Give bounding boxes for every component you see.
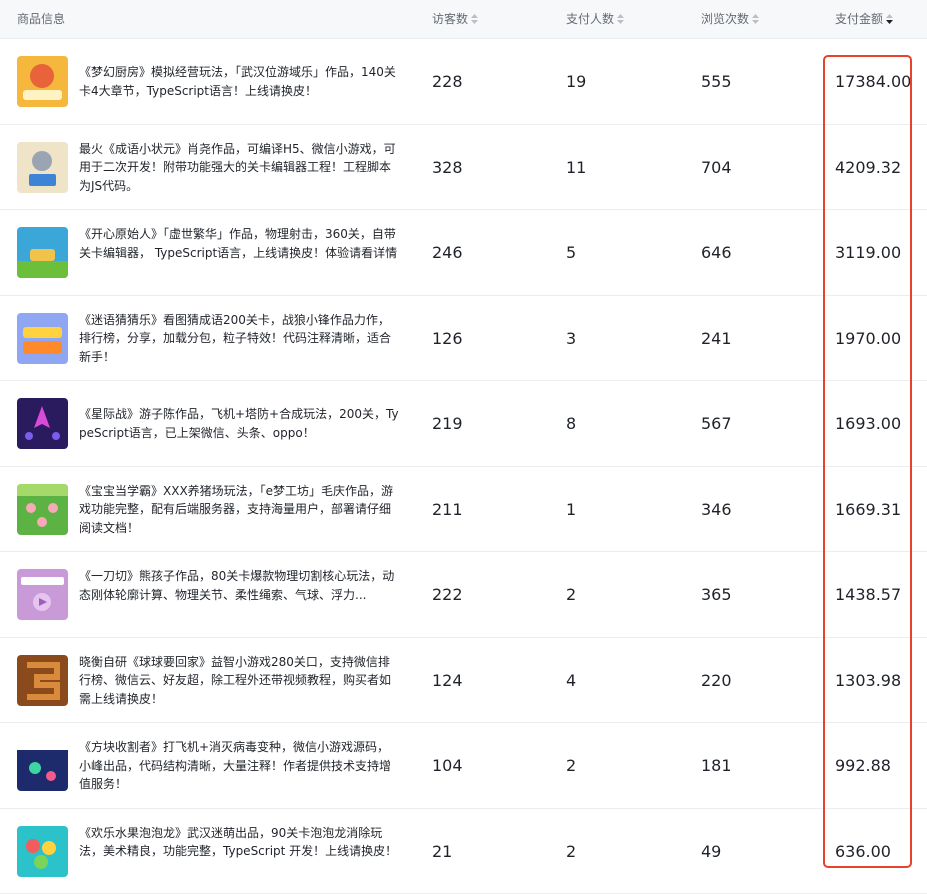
payer-count: 2 xyxy=(566,552,576,637)
view-count: 704 xyxy=(701,125,732,210)
product-table: 商品信息 访客数 支付人数 浏览次数 支付金额 《梦幻厨房》模拟经营玩法，「武汉… xyxy=(0,0,927,894)
visitor-count: 21 xyxy=(432,809,452,894)
product-thumbnail[interactable] xyxy=(17,740,68,791)
column-header-visitors[interactable]: 访客数 xyxy=(432,0,478,38)
product-thumbnail[interactable] xyxy=(17,142,68,193)
visitor-count: 126 xyxy=(432,296,463,381)
table-row[interactable]: 《一刀切》熊孩子作品，80关卡爆款物理切割核心玩法，动态刚体轮廓计算、物理关节、… xyxy=(0,552,927,638)
view-count: 365 xyxy=(701,552,732,637)
column-header-amount-label: 支付金额 xyxy=(835,12,883,26)
product-description[interactable]: 《宝宝当学霸》XXX养猪场玩法，「e梦工坊」毛庆作品，游戏功能完整，配有后端服务… xyxy=(79,482,401,538)
product-description[interactable]: 最火《成语小状元》肖尧作品，可编译H5、微信小游戏，可用于二次开发！附带功能强大… xyxy=(79,140,401,196)
payer-count: 19 xyxy=(566,39,586,124)
visitor-count: 211 xyxy=(432,467,463,552)
payment-amount: 1669.31 xyxy=(835,467,901,552)
visitor-count: 222 xyxy=(432,552,463,637)
product-description[interactable]: 《星际战》游子陈作品，飞机+塔防+合成玩法，200关，TypeScript语言，… xyxy=(79,405,401,442)
view-count: 555 xyxy=(701,39,732,124)
product-thumbnail[interactable] xyxy=(17,484,68,535)
product-thumbnail[interactable] xyxy=(17,313,68,364)
payment-amount: 17384.00 xyxy=(835,39,911,124)
payment-amount: 4209.32 xyxy=(835,125,901,210)
payer-count: 4 xyxy=(566,638,576,723)
view-count: 346 xyxy=(701,467,732,552)
product-description[interactable]: 《梦幻厨房》模拟经营玩法，「武汉位游域乐」作品，140关卡4大章节，TypeSc… xyxy=(79,63,401,100)
column-header-amount[interactable]: 支付金额 xyxy=(835,0,893,38)
product-description[interactable]: 《方块收割者》打飞机+消灭病毒变种，微信小游戏源码，小峰出品，代码结构清晰，大量… xyxy=(79,738,401,794)
product-thumbnail[interactable] xyxy=(17,569,68,620)
payment-amount: 992.88 xyxy=(835,723,891,808)
visitor-count: 104 xyxy=(432,723,463,808)
payment-amount: 1693.00 xyxy=(835,381,901,466)
product-thumbnail[interactable] xyxy=(17,826,68,877)
product-description[interactable]: 《欢乐水果泡泡龙》武汉迷萌出品，90关卡泡泡龙消除玩法，美术精良，功能完整，Ty… xyxy=(79,824,401,861)
sort-icon[interactable] xyxy=(617,14,624,24)
view-count: 646 xyxy=(701,210,732,295)
payer-count: 8 xyxy=(566,381,576,466)
table-row[interactable]: 《欢乐水果泡泡龙》武汉迷萌出品，90关卡泡泡龙消除玩法，美术精良，功能完整，Ty… xyxy=(0,809,927,894)
column-header-product-label: 商品信息 xyxy=(17,12,65,26)
product-thumbnail[interactable] xyxy=(17,227,68,278)
product-description[interactable]: 晓衡自研《球球要回家》益智小游戏280关口，支持微信排行榜、微信云、好友超，除工… xyxy=(79,653,401,709)
payer-count: 3 xyxy=(566,296,576,381)
column-header-payers-label: 支付人数 xyxy=(566,12,614,26)
view-count: 241 xyxy=(701,296,732,381)
table-row[interactable]: 《梦幻厨房》模拟经营玩法，「武汉位游域乐」作品，140关卡4大章节，TypeSc… xyxy=(0,39,927,125)
view-count: 181 xyxy=(701,723,732,808)
payment-amount: 1438.57 xyxy=(835,552,901,637)
table-row[interactable]: 《方块收割者》打飞机+消灭病毒变种，微信小游戏源码，小峰出品，代码结构清晰，大量… xyxy=(0,723,927,809)
payment-amount: 3119.00 xyxy=(835,210,901,295)
sort-descending-icon[interactable] xyxy=(886,14,893,24)
column-header-payers[interactable]: 支付人数 xyxy=(566,0,624,38)
table-row[interactable]: 《迷语猜猜乐》看图猜成语200关卡，战狼小锋作品力作，排行榜，分享，加载分包，粒… xyxy=(0,296,927,382)
view-count: 220 xyxy=(701,638,732,723)
payer-count: 2 xyxy=(566,723,576,808)
table-row[interactable]: 最火《成语小状元》肖尧作品，可编译H5、微信小游戏，可用于二次开发！附带功能强大… xyxy=(0,125,927,211)
payment-amount: 1303.98 xyxy=(835,638,901,723)
payer-count: 11 xyxy=(566,125,586,210)
product-thumbnail[interactable] xyxy=(17,398,68,449)
visitor-count: 246 xyxy=(432,210,463,295)
view-count: 49 xyxy=(701,809,721,894)
payment-amount: 636.00 xyxy=(835,809,891,894)
view-count: 567 xyxy=(701,381,732,466)
column-header-visitors-label: 访客数 xyxy=(432,12,468,26)
product-description[interactable]: 《一刀切》熊孩子作品，80关卡爆款物理切割核心玩法，动态刚体轮廓计算、物理关节、… xyxy=(79,567,401,604)
product-thumbnail[interactable] xyxy=(17,56,68,107)
column-header-views-label: 浏览次数 xyxy=(701,12,749,26)
table-header: 商品信息 访客数 支付人数 浏览次数 支付金额 xyxy=(0,0,927,39)
column-header-product: 商品信息 xyxy=(17,0,65,38)
product-description[interactable]: 《开心原始人》「虚世繁华」作品，物理射击，360关，自带关卡编辑器， TypeS… xyxy=(79,225,401,262)
payer-count: 1 xyxy=(566,467,576,552)
product-description[interactable]: 《迷语猜猜乐》看图猜成语200关卡，战狼小锋作品力作，排行榜，分享，加载分包，粒… xyxy=(79,311,401,367)
visitor-count: 219 xyxy=(432,381,463,466)
product-thumbnail[interactable] xyxy=(17,655,68,706)
visitor-count: 124 xyxy=(432,638,463,723)
visitor-count: 328 xyxy=(432,125,463,210)
visitor-count: 228 xyxy=(432,39,463,124)
table-row[interactable]: 晓衡自研《球球要回家》益智小游戏280关口，支持微信排行榜、微信云、好友超，除工… xyxy=(0,638,927,724)
payment-amount: 1970.00 xyxy=(835,296,901,381)
table-row[interactable]: 《星际战》游子陈作品，飞机+塔防+合成玩法，200关，TypeScript语言，… xyxy=(0,381,927,467)
payer-count: 5 xyxy=(566,210,576,295)
column-header-views[interactable]: 浏览次数 xyxy=(701,0,759,38)
sort-icon[interactable] xyxy=(752,14,759,24)
table-row[interactable]: 《宝宝当学霸》XXX养猪场玩法，「e梦工坊」毛庆作品，游戏功能完整，配有后端服务… xyxy=(0,467,927,553)
table-row[interactable]: 《开心原始人》「虚世繁华」作品，物理射击，360关，自带关卡编辑器， TypeS… xyxy=(0,210,927,296)
payer-count: 2 xyxy=(566,809,576,894)
sort-icon[interactable] xyxy=(471,14,478,24)
